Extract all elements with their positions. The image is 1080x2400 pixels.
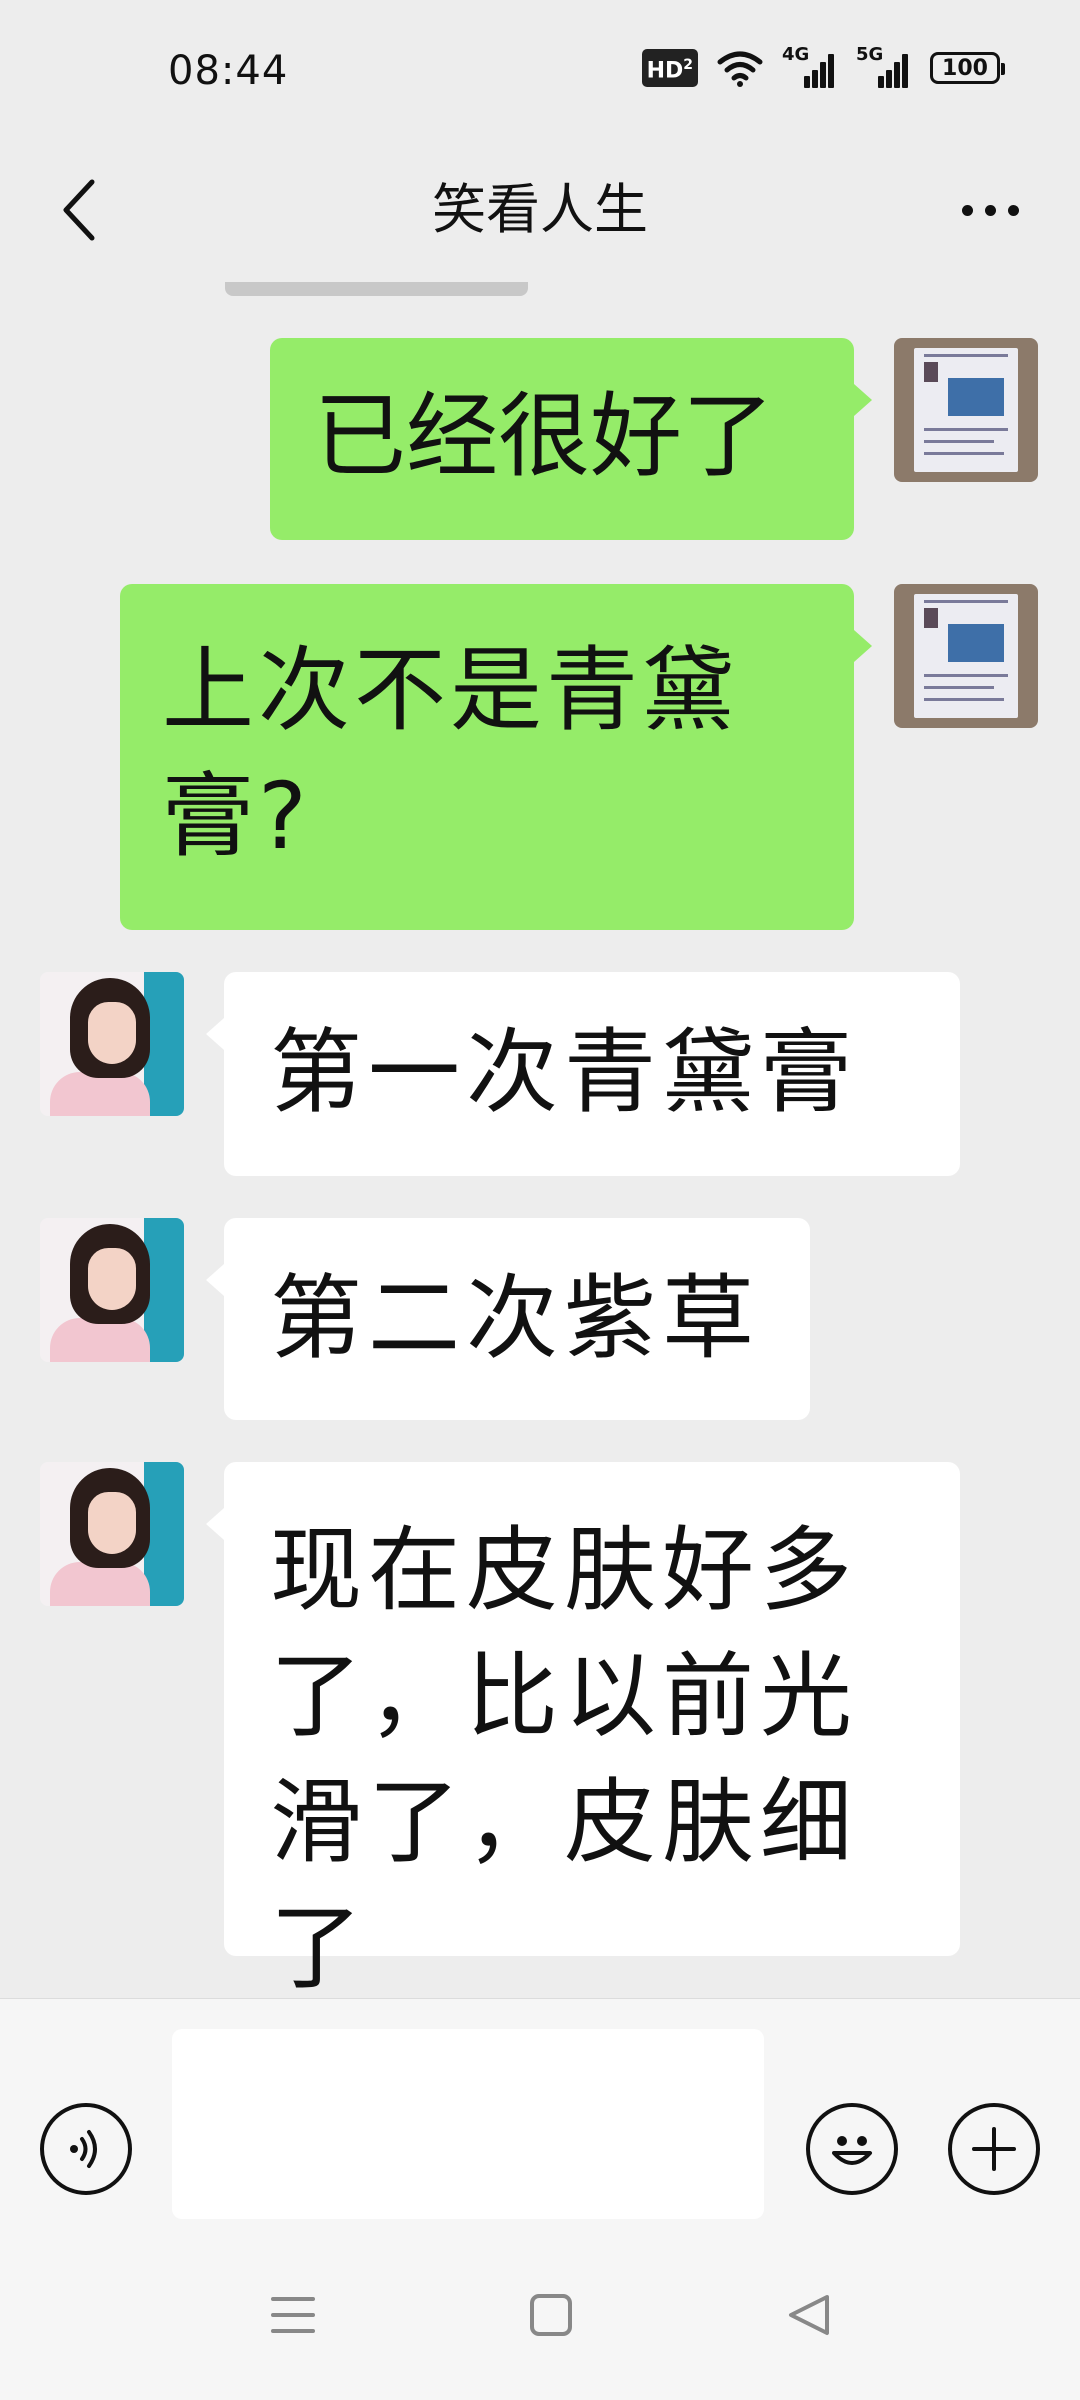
status-bar: 08:44 HD2 4G 5G 100 <box>0 0 1080 140</box>
previous-message-edge <box>225 282 528 296</box>
message-text: 上次不是青黛膏? <box>162 637 739 870</box>
status-icons: HD2 4G 5G 100 <box>641 44 1005 88</box>
message-bubble-self[interactable]: 上次不是青黛膏? <box>120 584 872 930</box>
home-icon <box>530 2294 572 2336</box>
system-nav-bar <box>0 2230 1080 2400</box>
hd-icon: HD2 <box>641 48 698 88</box>
message-text: 已经很好了 <box>314 383 775 490</box>
message-bubble-self[interactable]: 已经很好了 <box>270 338 872 540</box>
message-bubble-other[interactable]: 现在皮肤好多了，比以前光滑了，皮肤细了 <box>206 1462 960 2002</box>
battery-icon: 100 <box>930 52 1005 84</box>
status-time: 08:44 <box>168 48 289 94</box>
battery-level: 100 <box>942 55 988 81</box>
chat-input-bar <box>0 1998 1080 2231</box>
avatar[interactable] <box>894 338 1038 482</box>
message-bubble-other[interactable]: 第二次紫草 <box>206 1218 810 1420</box>
signal-5g-icon: 5G <box>856 44 912 88</box>
voice-button[interactable] <box>40 2103 132 2195</box>
avatar[interactable] <box>40 1462 184 1606</box>
plus-button[interactable] <box>948 2103 1040 2195</box>
nav-menu-button[interactable] <box>248 2270 338 2360</box>
nav-home-button[interactable] <box>506 2270 596 2360</box>
chat-title: 笑看人生 <box>432 178 648 241</box>
voice-icon <box>70 2130 97 2168</box>
emoji-button[interactable] <box>806 2103 898 2195</box>
plus-icon <box>972 2127 1016 2171</box>
signal-4g-icon: 4G <box>782 44 838 88</box>
wifi-icon <box>717 51 763 87</box>
more-dots-icon <box>961 204 973 216</box>
avatar[interactable] <box>40 1218 184 1362</box>
message-text: 第一次青黛膏 <box>270 1019 859 1126</box>
back-triangle-icon <box>789 2295 829 2335</box>
message-input[interactable] <box>172 2029 764 2219</box>
message-text: 现在皮肤好多了，比以前光滑了，皮肤细了 <box>270 1517 859 2002</box>
more-button[interactable] <box>940 170 1040 250</box>
avatar[interactable] <box>894 584 1038 728</box>
nav-back-button[interactable] <box>764 2270 854 2360</box>
message-text: 第二次紫草 <box>270 1265 761 1372</box>
emoji-icon <box>832 2136 872 2165</box>
menu-icon <box>271 2297 315 2333</box>
message-bubble-other[interactable]: 第一次青黛膏 <box>206 972 960 1176</box>
avatar[interactable] <box>40 972 184 1116</box>
chat-header: 笑看人生 <box>0 140 1080 280</box>
